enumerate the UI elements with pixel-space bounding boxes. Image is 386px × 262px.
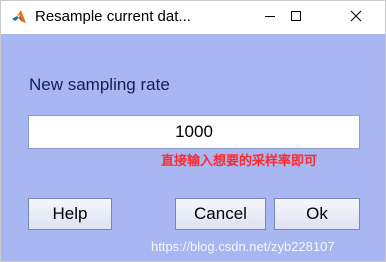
dialog-body: New sampling rate 直接输入想要的采样率即可 Help Canc… bbox=[1, 34, 385, 261]
matlab-logo-icon bbox=[11, 9, 27, 25]
help-button[interactable]: Help bbox=[28, 198, 112, 230]
cancel-button[interactable]: Cancel bbox=[175, 198, 266, 230]
watermark: https://blog.csdn.net/zyb228107 bbox=[151, 239, 335, 254]
sampling-rate-input[interactable] bbox=[28, 115, 360, 149]
resample-dialog-window: Resample current dat... New sampling rat… bbox=[0, 0, 386, 262]
window-title: Resample current dat... bbox=[35, 8, 191, 25]
sampling-rate-label: New sampling rate bbox=[29, 75, 170, 94]
title-bar[interactable]: Resample current dat... bbox=[1, 1, 385, 34]
annotation-note: 直接输入想要的采样率即可 bbox=[161, 154, 318, 169]
maximize-button[interactable] bbox=[273, 1, 319, 34]
maximize-icon bbox=[290, 9, 302, 27]
close-button[interactable] bbox=[333, 1, 379, 34]
ok-button[interactable]: Ok bbox=[274, 198, 360, 230]
close-icon bbox=[350, 9, 362, 27]
